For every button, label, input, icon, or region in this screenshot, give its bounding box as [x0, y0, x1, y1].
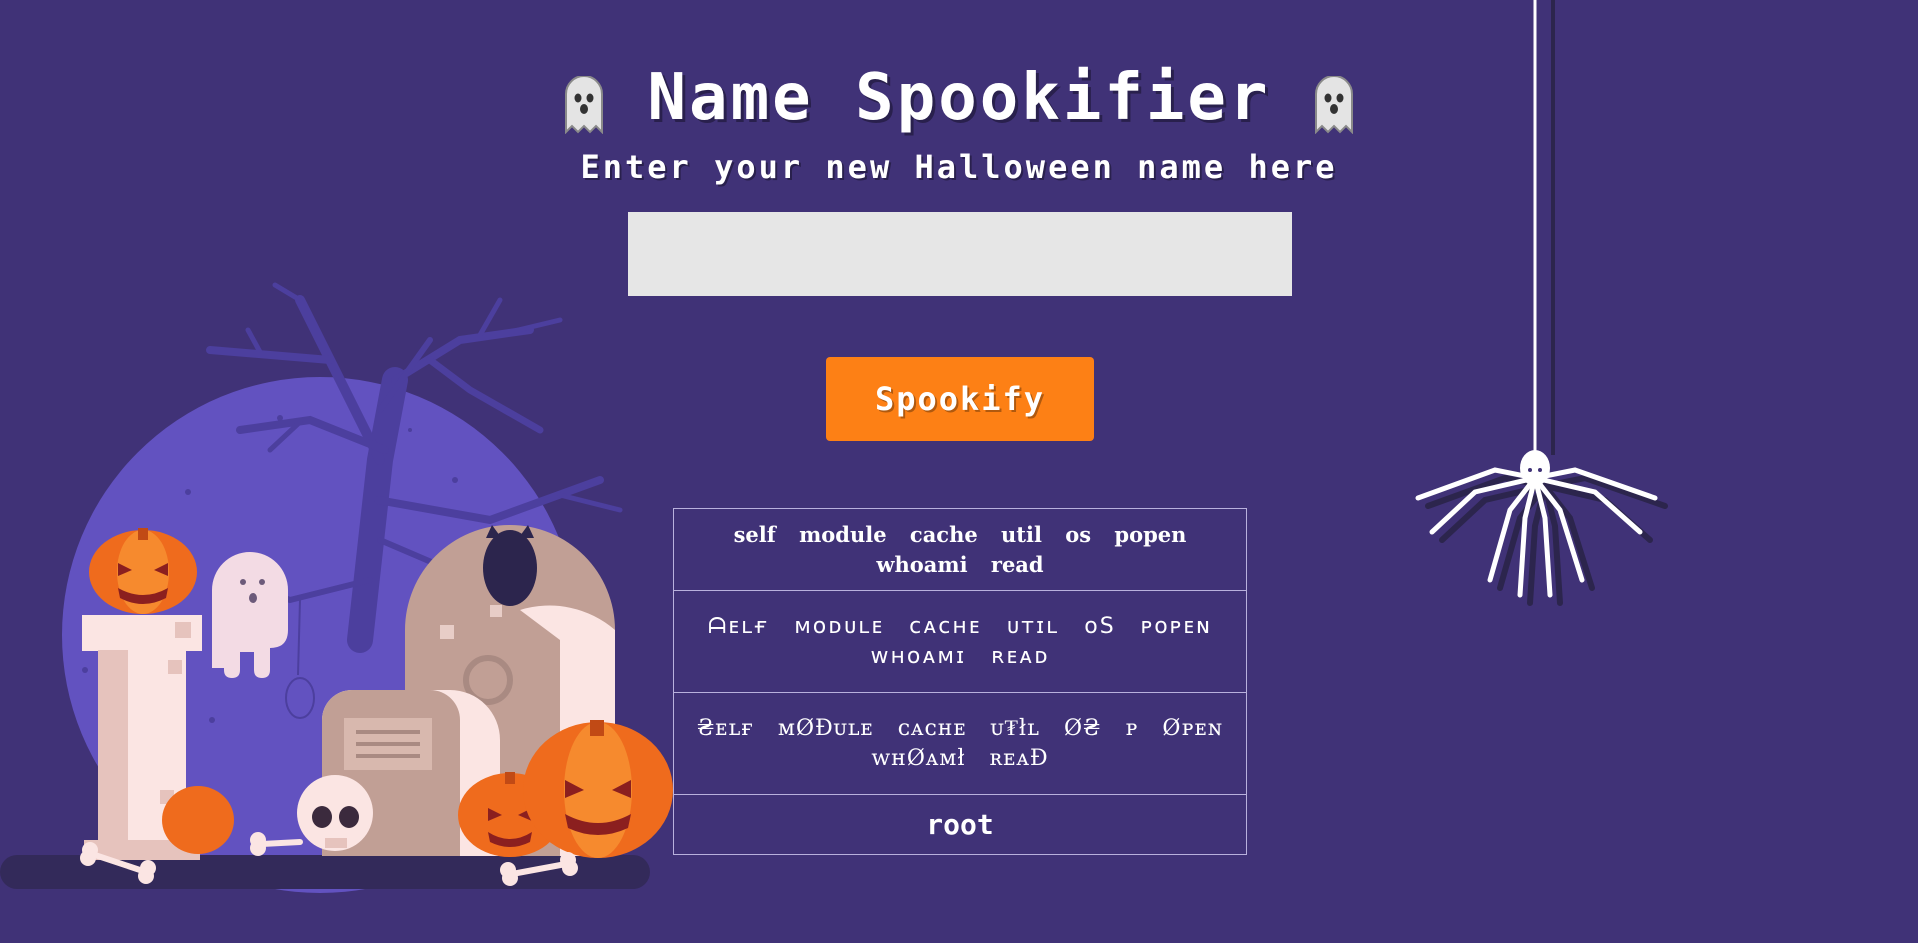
- hanging-spider-icon: [1415, 0, 1668, 606]
- result-cell-font-4: root: [673, 794, 1247, 855]
- result-cell-plain: self module cache util os popen whoami r…: [673, 508, 1247, 591]
- owl-icon: [483, 525, 537, 606]
- pumpkin-icon: [162, 786, 234, 854]
- name-input[interactable]: [628, 212, 1292, 296]
- page-title: Name Spookifier: [647, 61, 1271, 135]
- table-row: ₴ᴇʟғ ᴍØĐᴜʟᴇ ᴄᴀᴄʜᴇ ᴜ₮łʟ Ø₴ ᴘ Øᴘᴇɴ ᴡʜØᴀᴍł …: [673, 692, 1247, 795]
- ghost-icon: [1315, 76, 1354, 134]
- ghost-icon: [564, 76, 603, 134]
- spookify-button[interactable]: Spookify: [826, 357, 1094, 441]
- result-cell-font-3: ₴ᴇʟғ ᴍØĐᴜʟᴇ ᴄᴀᴄʜᴇ ᴜ₮łʟ Ø₴ ᴘ Øᴘᴇɴ ᴡʜØᴀᴍł …: [673, 692, 1247, 795]
- skull-icon: [297, 775, 373, 851]
- ground-shape: [0, 855, 650, 889]
- halloween-graveyard-illustration: [0, 282, 673, 893]
- results-table: self module cache util os popen whoami r…: [673, 508, 1247, 855]
- table-row: ᗩᴇʟғ ᴍᴏᴅᴜʟᴇ ᴄᴀᴄʜᴇ ᴜᴛɪʟ ᴏS ᴘᴏᴘᴇɴ ᴡʜᴏᴀᴍɪ ʀ…: [673, 590, 1247, 693]
- table-row: self module cache util os popen whoami r…: [673, 508, 1247, 591]
- result-cell-font-2: ᗩᴇʟғ ᴍᴏᴅᴜʟᴇ ᴄᴀᴄʜᴇ ᴜᴛɪʟ ᴏS ᴘᴏᴘᴇɴ ᴡʜᴏᴀᴍɪ ʀ…: [673, 590, 1247, 693]
- table-row: root: [673, 794, 1247, 855]
